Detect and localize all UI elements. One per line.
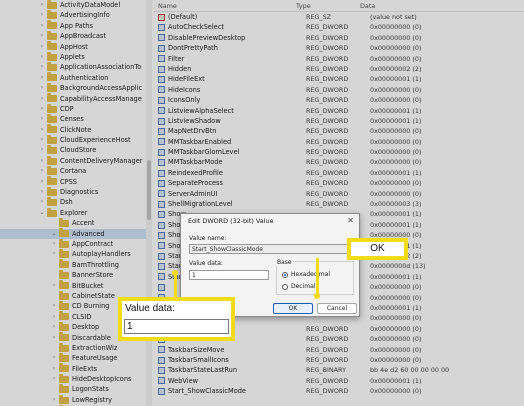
hexadecimal-radio[interactable]: Hexadecimal bbox=[282, 271, 330, 278]
decimal-radio[interactable]: Decimal bbox=[282, 283, 315, 290]
dialog-title: Edit DWORD (32-bit) Value bbox=[188, 217, 274, 225]
decimal-label: Decimal bbox=[291, 283, 316, 290]
ok-callout: OK bbox=[347, 238, 408, 260]
value-data-callout-label: Value data: bbox=[125, 303, 175, 314]
value-name-label: Value name: bbox=[189, 235, 227, 242]
value-data-field[interactable]: 1 bbox=[189, 270, 269, 280]
ok-callout-connector bbox=[316, 258, 319, 296]
modal-overlay bbox=[0, 0, 524, 406]
close-icon[interactable]: ✕ bbox=[347, 216, 354, 225]
ok-button[interactable]: OK bbox=[273, 303, 313, 314]
radio-unselected-icon bbox=[282, 283, 288, 290]
value-data-callout: Value data: 1 bbox=[118, 297, 235, 341]
ok-callout-dot bbox=[314, 293, 320, 299]
value-data-callout-dot bbox=[172, 270, 178, 276]
hexadecimal-label: Hexadecimal bbox=[291, 271, 330, 278]
value-data-label: Value data: bbox=[189, 260, 223, 267]
radio-selected-icon bbox=[282, 271, 288, 278]
value-data-callout-connector bbox=[174, 273, 177, 299]
value-data-callout-input: 1 bbox=[124, 319, 229, 334]
cancel-button[interactable]: Cancel bbox=[317, 303, 357, 314]
base-group-label: Base bbox=[276, 259, 293, 266]
value-name-field: Start_ShowClassicMode bbox=[189, 244, 353, 254]
